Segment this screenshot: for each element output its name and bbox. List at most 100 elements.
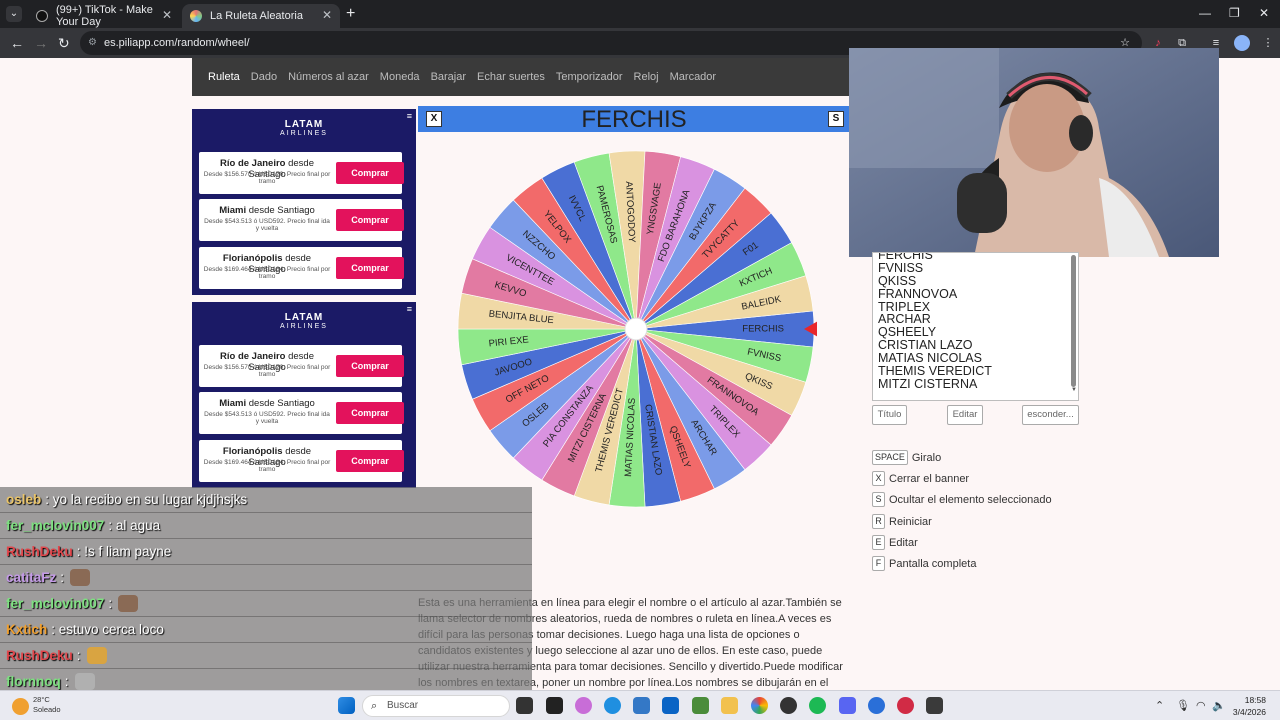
textarea-scrollbar[interactable]: [1071, 255, 1076, 387]
ad-offer[interactable]: Miami desde Santiago Desde $543.513 ó US…: [199, 199, 404, 241]
spotify-icon[interactable]: [809, 697, 826, 714]
wifi-icon[interactable]: ◠: [1196, 699, 1206, 712]
discord-icon[interactable]: [839, 697, 856, 714]
buy-button[interactable]: Comprar: [336, 355, 404, 377]
tab-tiktok[interactable]: (99+) TikTok - Make Your Day ✕: [28, 4, 180, 28]
chat-message: osleb: yo la recibo en su lugar kjdjhsjk…: [0, 487, 532, 513]
nav-ruleta[interactable]: Ruleta: [208, 71, 240, 83]
ad-offer[interactable]: Río de Janeiro desde Santiago Desde $156…: [199, 345, 404, 387]
wheel-hub[interactable]: [624, 317, 648, 341]
nav-barajar[interactable]: Barajar: [431, 71, 466, 83]
hide-selected-button[interactable]: S: [828, 111, 844, 127]
chrome-icon[interactable]: [751, 697, 768, 714]
shortcut-fullscreen: F Pantalla completa: [872, 556, 976, 571]
chat-message: Kxtich: estuvo cerca loco: [0, 617, 532, 643]
ad-offer[interactable]: Río de Janeiro desde Santiago Desde $156…: [199, 152, 404, 194]
nav-moneda[interactable]: Moneda: [380, 71, 420, 83]
volume-icon[interactable]: 🔈: [1212, 699, 1226, 712]
nav-numeros[interactable]: Números al azar: [288, 71, 369, 83]
more-menu-icon[interactable]: ⋮: [1260, 35, 1276, 51]
recorder-icon[interactable]: [897, 697, 914, 714]
shortcut-close-banner: X Cerrar el banner: [872, 471, 969, 486]
title-button[interactable]: Título: [872, 405, 907, 425]
edge-icon[interactable]: [604, 697, 621, 714]
tab-search-button[interactable]: ⌄: [6, 6, 22, 22]
windows-taskbar: 28°C Soleado ⌕ Buscar ⌃ 🎙 ◠ 🔈 18:58 3/4/202…: [0, 690, 1280, 720]
forward-icon[interactable]: →: [34, 35, 48, 51]
key-badge: S: [872, 492, 885, 507]
site-info-icon[interactable]: ⚙: [88, 31, 97, 55]
app-icon[interactable]: [868, 697, 885, 714]
close-icon[interactable]: ✕: [162, 8, 172, 22]
tray-chevron-icon[interactable]: ⌃: [1155, 699, 1164, 712]
latam-ad[interactable]: ≡ LATAM AIRLINES Río de Janeiro desde San…: [192, 302, 416, 488]
shortcut-edit: E Editar: [872, 535, 918, 550]
wheel-header: FERCHIS X S: [418, 106, 850, 133]
chat-username: catitaFz: [6, 570, 57, 585]
nav-marcador[interactable]: Marcador: [670, 71, 716, 83]
outlook-icon[interactable]: [662, 697, 679, 714]
name-line: THEMIS VEREDICT: [878, 364, 992, 379]
nav-echar-suertes[interactable]: Echar suertes: [477, 71, 545, 83]
avatar[interactable]: [1234, 35, 1250, 51]
weather-widget[interactable]: 28°C Soleado: [33, 695, 61, 715]
nav-reloj[interactable]: Reloj: [634, 71, 659, 83]
start-icon[interactable]: [338, 697, 355, 714]
ad-offer[interactable]: Miami desde Santiago Desde $543.513 ó US…: [199, 392, 404, 434]
tiktok-icon: [36, 10, 48, 22]
epic-games-icon[interactable]: [546, 697, 563, 714]
new-tab-icon[interactable]: +: [346, 5, 355, 23]
tab-label: La Ruleta Aleatoria: [210, 10, 303, 22]
back-icon[interactable]: ←: [10, 35, 24, 51]
league-icon[interactable]: [926, 697, 943, 714]
file-explorer-icon[interactable]: [721, 697, 738, 714]
ad-offer[interactable]: Florianópolis desde Santiago Desde $169.…: [199, 247, 404, 289]
webcam-overlay: [849, 48, 1219, 257]
wheel-svg[interactable]: FERCHISFVNISSQKISSFRANNOVOATRIPLEXARCHAR…: [455, 148, 818, 510]
browser-tabstrip: ⌄ (99+) TikTok - Make Your Day ✕ La Rule…: [0, 0, 1280, 28]
chat-username: fer_mclovin007: [6, 596, 105, 611]
obs-icon[interactable]: [780, 697, 797, 714]
chat-message: fer_mclovin007:: [0, 591, 532, 617]
chat-message: catitaFz:: [0, 565, 532, 591]
key-badge: E: [872, 535, 885, 550]
names-textarea[interactable]: FERCHIS FVNISS QKISS FRANNOVOA TRIPLEX A…: [872, 252, 1079, 401]
weather-icon[interactable]: [12, 698, 29, 715]
site-nav: Ruleta Dado Números al azar Moneda Baraj…: [192, 58, 850, 96]
latam-logo: LATAM AIRLINES: [280, 312, 328, 330]
scroll-down-icon[interactable]: ▼: [1071, 387, 1077, 393]
minecraft-icon[interactable]: [692, 697, 709, 714]
wheel[interactable]: FERCHIS FVNISS QKISS FRANNOVOA TRIPLEX ARCHAR…: [455, 148, 818, 510]
task-view-icon[interactable]: [516, 697, 533, 714]
tab-ruleta[interactable]: La Ruleta Aleatoria ✕: [182, 4, 340, 28]
store-icon[interactable]: [633, 697, 650, 714]
buy-button[interactable]: Comprar: [336, 162, 404, 184]
copilot-icon[interactable]: [575, 697, 592, 714]
taskbar-clock[interactable]: 18:58 3/4/2026: [1228, 694, 1266, 718]
reload-icon[interactable]: ↻: [58, 35, 70, 52]
buy-button[interactable]: Comprar: [336, 402, 404, 424]
key-badge: F: [872, 556, 885, 571]
webcam-image: [849, 48, 1219, 257]
chat-username: flornnoq: [6, 674, 61, 689]
taskbar-search[interactable]: ⌕ Buscar: [362, 695, 510, 717]
close-window-icon[interactable]: ✕: [1259, 6, 1269, 20]
search-icon: ⌕: [371, 700, 378, 712]
shortcut-hide: S Ocultar el elemento seleccionado: [872, 492, 1052, 507]
microphone-icon[interactable]: 🎙: [1176, 699, 1190, 712]
edit-button[interactable]: Editar: [947, 405, 983, 425]
latam-ad[interactable]: ≡ LATAM AIRLINES Río de Janeiro desde San…: [192, 109, 416, 295]
close-icon[interactable]: ✕: [322, 8, 332, 22]
hide-button[interactable]: esconder...: [1022, 405, 1079, 425]
chat-message: RushDeku: !s f liam payne: [0, 539, 532, 565]
maximize-icon[interactable]: ❐: [1229, 6, 1240, 20]
ad-offer[interactable]: Florianópolis desde Santiago Desde $169.…: [199, 440, 404, 482]
buy-button[interactable]: Comprar: [336, 209, 404, 231]
minimize-icon[interactable]: —: [1199, 6, 1211, 20]
nav-dado[interactable]: Dado: [251, 71, 277, 83]
close-banner-button[interactable]: X: [426, 111, 442, 127]
buy-button[interactable]: Comprar: [336, 450, 404, 472]
wheel-result-title: FERCHIS: [581, 106, 687, 133]
buy-button[interactable]: Comprar: [336, 257, 404, 279]
nav-temporizador[interactable]: Temporizador: [556, 71, 623, 83]
